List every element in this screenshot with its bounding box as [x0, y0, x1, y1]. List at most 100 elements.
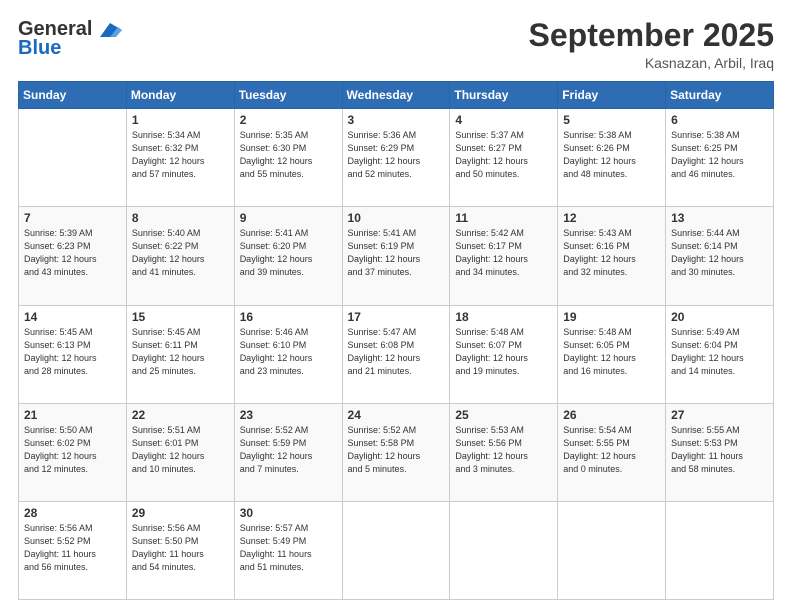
day-info: Sunrise: 5:41 AM Sunset: 6:20 PM Dayligh…	[240, 227, 337, 279]
logo-text-block: General Blue	[18, 18, 122, 60]
calendar-cell	[450, 501, 558, 599]
day-number: 24	[348, 408, 445, 422]
day-info: Sunrise: 5:48 AM Sunset: 6:07 PM Dayligh…	[455, 326, 552, 378]
day-number: 23	[240, 408, 337, 422]
calendar-cell	[342, 501, 450, 599]
day-info: Sunrise: 5:40 AM Sunset: 6:22 PM Dayligh…	[132, 227, 229, 279]
day-number: 15	[132, 310, 229, 324]
col-friday: Friday	[558, 82, 666, 109]
day-info: Sunrise: 5:50 AM Sunset: 6:02 PM Dayligh…	[24, 424, 121, 476]
calendar-cell: 2 Sunrise: 5:35 AM Sunset: 6:30 PM Daylig…	[234, 109, 342, 207]
day-info: Sunrise: 5:44 AM Sunset: 6:14 PM Dayligh…	[671, 227, 768, 279]
week-row-5: 28 Sunrise: 5:56 AM Sunset: 5:52 PM Dayli…	[19, 501, 774, 599]
calendar-cell: 9 Sunrise: 5:41 AM Sunset: 6:20 PM Daylig…	[234, 207, 342, 305]
day-info: Sunrise: 5:53 AM Sunset: 5:56 PM Dayligh…	[455, 424, 552, 476]
day-info: Sunrise: 5:56 AM Sunset: 5:50 PM Dayligh…	[132, 522, 229, 574]
calendar-cell: 4 Sunrise: 5:37 AM Sunset: 6:27 PM Daylig…	[450, 109, 558, 207]
col-thursday: Thursday	[450, 82, 558, 109]
day-info: Sunrise: 5:37 AM Sunset: 6:27 PM Dayligh…	[455, 129, 552, 181]
calendar-cell: 22 Sunrise: 5:51 AM Sunset: 6:01 PM Dayli…	[126, 403, 234, 501]
day-number: 4	[455, 113, 552, 127]
calendar-cell	[558, 501, 666, 599]
calendar-cell: 19 Sunrise: 5:48 AM Sunset: 6:05 PM Dayli…	[558, 305, 666, 403]
calendar-body: 1 Sunrise: 5:34 AM Sunset: 6:32 PM Daylig…	[19, 109, 774, 600]
day-number: 16	[240, 310, 337, 324]
header: General Blue September 2025 Kasnazan, Ar…	[18, 18, 774, 71]
day-number: 29	[132, 506, 229, 520]
day-number: 6	[671, 113, 768, 127]
calendar-cell: 5Sunrise: 5:38 AM Sunset: 6:26 PM Daylig…	[558, 109, 666, 207]
calendar-cell: 20Sunrise: 5:49 AM Sunset: 6:04 PM Dayli…	[666, 305, 774, 403]
day-number: 18	[455, 310, 552, 324]
col-saturday: Saturday	[666, 82, 774, 109]
day-number: 19	[563, 310, 660, 324]
day-number: 13	[671, 211, 768, 225]
calendar-table: Sunday Monday Tuesday Wednesday Thursday…	[18, 81, 774, 600]
day-number: 2	[240, 113, 337, 127]
week-row-3: 14 Sunrise: 5:45 AM Sunset: 6:13 PM Dayli…	[19, 305, 774, 403]
day-info: Sunrise: 5:45 AM Sunset: 6:11 PM Dayligh…	[132, 326, 229, 378]
day-number: 12	[563, 211, 660, 225]
col-sunday: Sunday	[19, 82, 127, 109]
day-number: 1	[132, 113, 229, 127]
day-info: Sunrise: 5:34 AM Sunset: 6:32 PM Dayligh…	[132, 129, 229, 181]
day-number: 7	[24, 211, 121, 225]
calendar-cell: 28 Sunrise: 5:56 AM Sunset: 5:52 PM Dayli…	[19, 501, 127, 599]
day-number: 27	[671, 408, 768, 422]
calendar-cell: 8 Sunrise: 5:40 AM Sunset: 6:22 PM Daylig…	[126, 207, 234, 305]
calendar-cell: 12 Sunrise: 5:43 AM Sunset: 6:16 PM Dayli…	[558, 207, 666, 305]
day-info: Sunrise: 5:45 AM Sunset: 6:13 PM Dayligh…	[24, 326, 121, 378]
day-info: Sunrise: 5:51 AM Sunset: 6:01 PM Dayligh…	[132, 424, 229, 476]
calendar-cell: 6 Sunrise: 5:38 AM Sunset: 6:25 PM Daylig…	[666, 109, 774, 207]
day-number: 28	[24, 506, 121, 520]
day-info: Sunrise: 5:38 AM Sunset: 6:25 PM Dayligh…	[671, 129, 768, 181]
calendar-cell: 21Sunrise: 5:50 AM Sunset: 6:02 PM Dayli…	[19, 403, 127, 501]
calendar-cell: 10Sunrise: 5:41 AM Sunset: 6:19 PM Dayli…	[342, 207, 450, 305]
day-number: 25	[455, 408, 552, 422]
day-number: 26	[563, 408, 660, 422]
calendar-cell: 3Sunrise: 5:36 AM Sunset: 6:29 PM Daylig…	[342, 109, 450, 207]
calendar-header: Sunday Monday Tuesday Wednesday Thursday…	[19, 82, 774, 109]
calendar-cell: 23 Sunrise: 5:52 AM Sunset: 5:59 PM Dayli…	[234, 403, 342, 501]
day-info: Sunrise: 5:52 AM Sunset: 5:58 PM Dayligh…	[348, 424, 445, 476]
calendar-cell: 16 Sunrise: 5:46 AM Sunset: 6:10 PM Dayli…	[234, 305, 342, 403]
calendar-cell: 15 Sunrise: 5:45 AM Sunset: 6:11 PM Dayli…	[126, 305, 234, 403]
month-title: September 2025	[529, 18, 774, 53]
calendar-cell: 17Sunrise: 5:47 AM Sunset: 6:08 PM Dayli…	[342, 305, 450, 403]
day-number: 11	[455, 211, 552, 225]
calendar-cell: 18 Sunrise: 5:48 AM Sunset: 6:07 PM Dayli…	[450, 305, 558, 403]
day-info: Sunrise: 5:39 AM Sunset: 6:23 PM Dayligh…	[24, 227, 121, 279]
day-number: 3	[348, 113, 445, 127]
col-tuesday: Tuesday	[234, 82, 342, 109]
day-info: Sunrise: 5:52 AM Sunset: 5:59 PM Dayligh…	[240, 424, 337, 476]
week-row-2: 7 Sunrise: 5:39 AM Sunset: 6:23 PM Daylig…	[19, 207, 774, 305]
calendar-cell: 24 Sunrise: 5:52 AM Sunset: 5:58 PM Dayli…	[342, 403, 450, 501]
title-block: September 2025 Kasnazan, Arbil, Iraq	[529, 18, 774, 71]
day-number: 14	[24, 310, 121, 324]
day-info: Sunrise: 5:46 AM Sunset: 6:10 PM Dayligh…	[240, 326, 337, 378]
week-row-4: 21Sunrise: 5:50 AM Sunset: 6:02 PM Dayli…	[19, 403, 774, 501]
day-number: 8	[132, 211, 229, 225]
day-info: Sunrise: 5:43 AM Sunset: 6:16 PM Dayligh…	[563, 227, 660, 279]
calendar-cell: 27 Sunrise: 5:55 AM Sunset: 5:53 PM Dayli…	[666, 403, 774, 501]
day-number: 10	[348, 211, 445, 225]
weekday-row: Sunday Monday Tuesday Wednesday Thursday…	[19, 82, 774, 109]
day-info: Sunrise: 5:38 AM Sunset: 6:26 PM Dayligh…	[563, 129, 660, 181]
day-info: Sunrise: 5:49 AM Sunset: 6:04 PM Dayligh…	[671, 326, 768, 378]
day-info: Sunrise: 5:35 AM Sunset: 6:30 PM Dayligh…	[240, 129, 337, 181]
day-number: 9	[240, 211, 337, 225]
day-info: Sunrise: 5:54 AM Sunset: 5:55 PM Dayligh…	[563, 424, 660, 476]
day-number: 22	[132, 408, 229, 422]
day-info: Sunrise: 5:48 AM Sunset: 6:05 PM Dayligh…	[563, 326, 660, 378]
logo: General Blue	[18, 18, 122, 60]
col-monday: Monday	[126, 82, 234, 109]
page: General Blue September 2025 Kasnazan, Ar…	[0, 0, 792, 612]
day-number: 17	[348, 310, 445, 324]
day-info: Sunrise: 5:56 AM Sunset: 5:52 PM Dayligh…	[24, 522, 121, 574]
calendar-cell: 30Sunrise: 5:57 AM Sunset: 5:49 PM Dayli…	[234, 501, 342, 599]
logo-icon	[100, 23, 122, 37]
location: Kasnazan, Arbil, Iraq	[529, 55, 774, 71]
day-info: Sunrise: 5:55 AM Sunset: 5:53 PM Dayligh…	[671, 424, 768, 476]
calendar-cell: 26 Sunrise: 5:54 AM Sunset: 5:55 PM Dayli…	[558, 403, 666, 501]
calendar-cell: 13 Sunrise: 5:44 AM Sunset: 6:14 PM Dayli…	[666, 207, 774, 305]
